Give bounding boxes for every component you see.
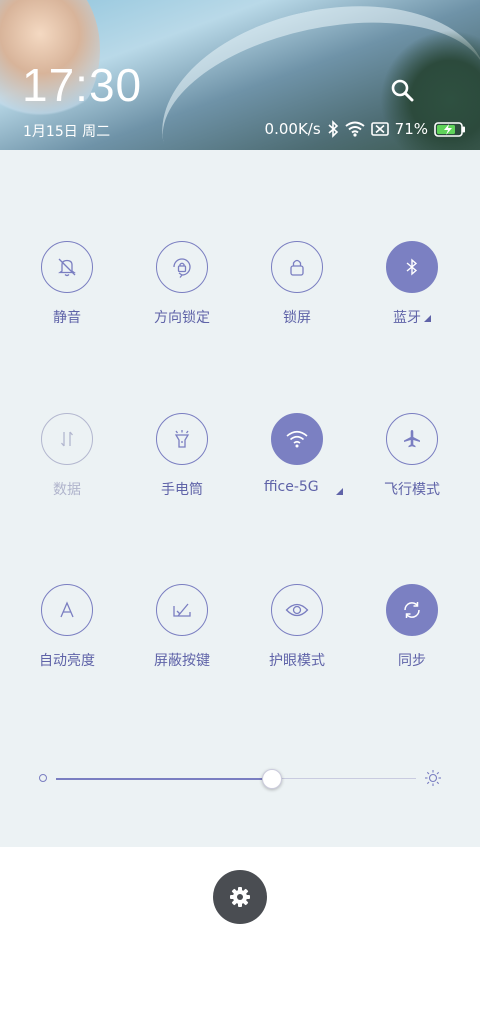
toggle-label: 蓝牙 [393,310,421,326]
toggle-label: 同步 [398,653,426,669]
toggle-block-keys[interactable]: 屏蔽按键 [127,584,237,670]
toggle-label: 锁屏 [283,310,311,326]
quick-settings-panel: 静音 方向锁定 锁屏 蓝牙 数据 手电筒 ffice-5G 飞行模式 自动亮度 … [0,150,480,847]
data-arrows-icon [41,413,93,465]
sync-icon [386,584,438,636]
brightness-slider-track[interactable] [56,777,416,780]
bluetooth-icon [386,241,438,293]
brightness-slider-fill [56,777,272,780]
expand-triangle-icon[interactable] [336,488,343,495]
rotation-lock-icon [156,241,208,293]
toggle-label: 方向锁定 [154,310,210,326]
notification-header: 17:30 1月15日 周二 0.00K/s 71% [0,0,480,150]
expand-triangle-icon[interactable] [424,315,431,322]
toggle-wifi[interactable]: ffice-5G [242,413,352,499]
lock-icon [271,241,323,293]
toggle-auto-brightness[interactable]: 自动亮度 [12,584,122,670]
airplane-icon [386,413,438,465]
battery-percent: 71% [394,120,428,138]
bell-off-icon [41,241,93,293]
toggle-lock-screen[interactable]: 锁屏 [242,241,352,327]
wifi-icon [271,413,323,465]
eye-icon [271,584,323,636]
toggle-eye-care[interactable]: 护眼模式 [242,584,352,670]
gear-icon [230,887,250,907]
bluetooth-status-icon [328,120,338,138]
toggle-label: 飞行模式 [384,482,440,498]
toggle-flashlight[interactable]: 手电筒 [127,413,237,499]
network-speed: 0.00K/s [264,120,321,138]
settings-button[interactable] [213,870,267,924]
toggle-label: 数据 [53,482,81,498]
toggle-label: 护眼模式 [269,653,325,669]
auto-brightness-icon [41,584,93,636]
toggle-label-wrap: 蓝牙 [357,307,467,327]
clock-date: 1月15日 周二 [23,124,111,140]
brightness-slider-thumb[interactable] [262,769,282,789]
no-sim-icon [370,122,389,136]
toggle-silent[interactable]: 静音 [12,241,122,327]
flashlight-icon [156,413,208,465]
toggle-label: 屏蔽按键 [154,653,210,669]
toggle-bluetooth[interactable]: 蓝牙 [357,241,467,327]
toggle-label: 自动亮度 [39,653,95,669]
block-keys-icon [156,584,208,636]
toggle-mobile-data[interactable]: 数据 [12,413,122,499]
status-bar: 0.00K/s 71% [265,120,466,138]
toggle-label: 手电筒 [161,482,203,498]
toggle-sync[interactable]: 同步 [357,584,467,670]
brightness-min-icon [39,774,47,782]
toggle-label-wrap: ffice-5G [242,479,352,499]
clock-time: 17:30 [22,59,143,111]
battery-charging-icon [434,121,465,137]
toggle-label: ffice-5G [264,479,319,495]
search-icon[interactable] [390,78,414,102]
wifi-status-icon [345,121,365,137]
toggle-rotation-lock[interactable]: 方向锁定 [127,241,237,327]
toggle-label: 静音 [53,310,81,326]
brightness-max-icon [425,770,441,786]
toggle-airplane[interactable]: 飞行模式 [357,413,467,499]
